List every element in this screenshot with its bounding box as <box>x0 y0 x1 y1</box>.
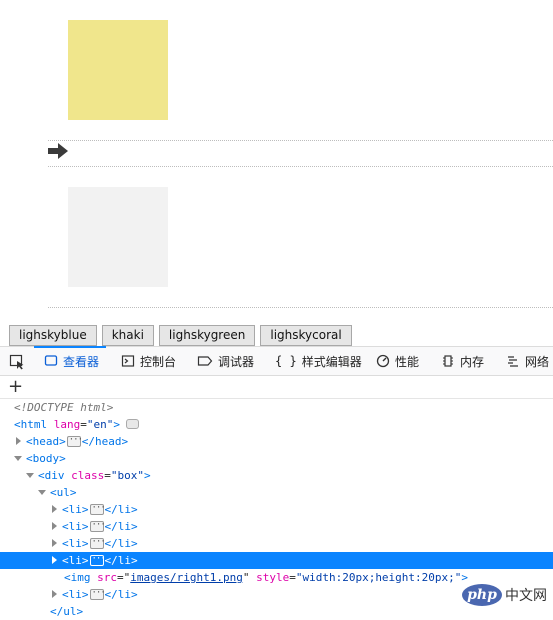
tag-text: </li> <box>104 537 138 550</box>
console-icon <box>121 355 135 367</box>
performance-icon <box>376 354 390 368</box>
dotted-separator <box>48 307 553 308</box>
tab-label: 查看器 <box>63 354 100 369</box>
tag-text: </head> <box>81 435 129 448</box>
attr-name: src <box>97 571 117 584</box>
tab-network[interactable]: 网络 <box>506 347 549 375</box>
tag-text: <img <box>64 571 91 584</box>
tree-node-li-selected[interactable]: <li> </li> <box>0 551 553 569</box>
tab-label: 样式编辑器 <box>301 354 362 369</box>
tree-node-li[interactable]: <li> </li> <box>0 500 553 518</box>
tag-text: > <box>113 418 120 431</box>
tab-console[interactable]: 控制台 <box>121 347 176 375</box>
tree-node-html[interactable]: <html lang="en"> <box>0 416 553 433</box>
tag-text: <div <box>38 469 65 482</box>
tag-text: <li> <box>62 520 89 533</box>
tree-node-div[interactable]: <div class="box"> <box>0 467 553 484</box>
collapsed-ellipsis-icon[interactable] <box>89 517 105 534</box>
color-button-row: lighskyblue khaki lighskygreen lighskyco… <box>9 325 352 346</box>
tag-text: > <box>461 571 469 584</box>
khaki-square <box>68 20 168 120</box>
tag-text: </li> <box>104 520 138 533</box>
expand-arrow-icon[interactable] <box>52 539 57 547</box>
add-node-button[interactable]: + <box>8 378 23 396</box>
tab-label: 性能 <box>395 354 420 369</box>
tree-node-body[interactable]: <body> <box>0 450 553 467</box>
tab-performance[interactable]: 性能 <box>376 347 419 375</box>
tag-text: </li> <box>104 554 138 567</box>
collapsed-ellipsis-icon[interactable] <box>66 432 82 449</box>
tree-node-li[interactable]: <li> </li> <box>0 534 553 552</box>
collapse-arrow-icon[interactable] <box>38 490 46 495</box>
dotted-separator <box>48 140 553 141</box>
expand-arrow-icon[interactable] <box>52 556 57 564</box>
tab-debugger[interactable]: 调试器 <box>197 347 254 375</box>
markup-toolbar: + <box>0 376 553 399</box>
expand-arrow-icon[interactable] <box>52 522 57 530</box>
tree-node-ul[interactable]: <ul> <box>0 484 553 501</box>
devtools-toolbar: 查看器 控制台 调试器 { } 样式编辑器 性能 内存 网络 <box>0 346 553 376</box>
tree-node-li[interactable]: <li> </li> <box>0 517 553 535</box>
tab-label: 内存 <box>460 354 485 369</box>
attr-name: lang <box>53 418 81 431</box>
tag-text: <li> <box>62 554 89 567</box>
dotted-separator <box>48 166 553 167</box>
tab-style-editor[interactable]: { } 样式编辑器 <box>275 347 362 375</box>
lighskygreen-button[interactable]: lighskygreen <box>158 325 256 346</box>
doctype-text: <!DOCTYPE html> <box>14 401 114 414</box>
collapse-arrow-icon[interactable] <box>26 473 34 478</box>
tag-text: > <box>144 469 151 482</box>
lighskycoral-button[interactable]: lighskycoral <box>260 325 352 346</box>
memory-icon <box>443 355 453 367</box>
expand-arrow-icon[interactable] <box>52 590 57 598</box>
tag-text: <li> <box>62 503 89 516</box>
devtools-panel: 查看器 控制台 调试器 { } 样式编辑器 性能 内存 网络 + <!DOCTY… <box>0 346 553 618</box>
tag-text: <head> <box>26 435 66 448</box>
attr-value-link[interactable]: images/right1.png <box>130 571 243 584</box>
tag-text: </li> <box>104 588 138 601</box>
tag-text: <body> <box>26 452 66 465</box>
right-arrow-icon <box>48 143 68 159</box>
collapse-arrow-icon[interactable] <box>14 456 22 461</box>
watermark-site-text: 中文网 <box>505 588 547 604</box>
attr-name: class <box>71 469 105 482</box>
inspector-icon <box>44 355 58 366</box>
light-gray-square <box>68 187 168 287</box>
lighskyblue-button[interactable]: lighskyblue <box>9 325 97 346</box>
style-editor-icon: { } <box>275 354 297 368</box>
expand-arrow-icon[interactable] <box>52 505 57 513</box>
php-watermark: php 中文网 <box>462 584 547 606</box>
tree-node-doctype[interactable]: <!DOCTYPE html> <box>0 399 553 416</box>
tag-text: </li> <box>104 503 138 516</box>
attr-value: "width:20px;height:20px;" <box>295 571 462 584</box>
debugger-icon <box>197 356 213 366</box>
tag-text: <li> <box>62 537 89 550</box>
attr-value: "en" <box>86 418 114 431</box>
expand-arrow-icon[interactable] <box>16 437 21 445</box>
attr-name: style <box>256 571 290 584</box>
tab-label: 网络 <box>525 354 550 369</box>
collapsed-ellipsis-icon[interactable] <box>89 500 105 517</box>
tag-text: <html <box>14 418 48 431</box>
element-picker-icon[interactable] <box>9 354 25 370</box>
tab-label: 调试器 <box>218 354 255 369</box>
markup-tree: <!DOCTYPE html> <html lang="en"> <head><… <box>0 399 553 618</box>
event-badge-icon[interactable] <box>126 419 139 429</box>
php-logo: php <box>462 584 502 606</box>
network-icon <box>508 356 518 367</box>
collapsed-ellipsis-icon[interactable] <box>89 551 105 568</box>
tab-inspector[interactable]: 查看器 <box>33 346 107 375</box>
tab-label: 控制台 <box>140 354 177 369</box>
preview-page <box>0 0 553 324</box>
attr-value: "box" <box>110 469 144 482</box>
collapsed-ellipsis-icon[interactable] <box>89 534 105 551</box>
collapsed-ellipsis-icon[interactable] <box>89 585 105 602</box>
tree-node-head[interactable]: <head> </head> <box>0 432 553 450</box>
tag-text: <ul> <box>50 486 77 499</box>
tab-memory[interactable]: 内存 <box>441 347 484 375</box>
tag-text: <li> <box>62 588 89 601</box>
khaki-button[interactable]: khaki <box>101 325 154 346</box>
